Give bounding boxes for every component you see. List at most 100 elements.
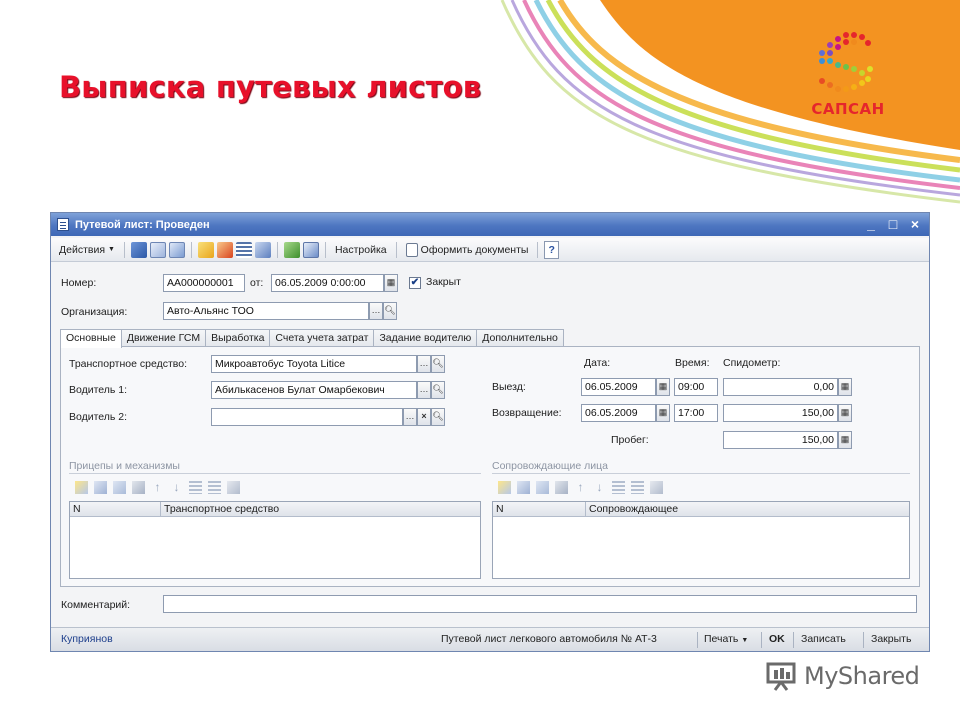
tab-fuel-movement[interactable]: Движение ГСМ xyxy=(120,329,207,347)
driver2-select-button[interactable]: … xyxy=(403,408,417,426)
driver2-open-button[interactable]: 🔍︎ xyxy=(431,408,445,426)
structure-icon[interactable] xyxy=(254,241,271,258)
organization-label: Организация: xyxy=(61,306,128,318)
toolbar-separator xyxy=(123,241,125,258)
escorts-table[interactable]: N Сопровождающее xyxy=(492,501,910,579)
move-down-icon[interactable]: ↓ xyxy=(170,481,183,494)
departure-label: Выезд: xyxy=(492,381,526,393)
maximize-button[interactable]: □ xyxy=(885,215,901,233)
copy-row-icon[interactable] xyxy=(517,481,530,494)
departure-odometer-field[interactable]: 0,00 xyxy=(723,378,838,396)
driver2-clear-button[interactable]: × xyxy=(417,408,431,426)
driver1-select-button[interactable]: … xyxy=(417,381,431,399)
driver1-open-button[interactable]: 🔍︎ xyxy=(431,381,445,399)
tab-panel-main: Транспортное средство: Микроавтобус Toyo… xyxy=(60,346,920,587)
departure-calculator-button[interactable]: ▦ xyxy=(838,378,852,396)
trailers-col-n[interactable]: N xyxy=(70,502,160,517)
print-form-name[interactable]: Путевой лист легкового автомобиля № АТ-3 xyxy=(441,633,657,645)
sort-desc-icon[interactable] xyxy=(208,481,221,494)
tab-cost-accounts[interactable]: Счета учета затрат xyxy=(269,329,375,347)
ok-button[interactable]: OK xyxy=(769,633,785,645)
fill-icon[interactable] xyxy=(227,481,240,494)
driver1-field[interactable]: Абилькасенов Булат Омарбекович xyxy=(211,381,417,399)
help-button[interactable]: ? xyxy=(544,240,559,259)
number-label: Номер: xyxy=(61,277,97,289)
calculator-icon: ▦ xyxy=(840,434,850,444)
make-documents-button[interactable]: Оформить документы xyxy=(403,241,532,259)
driver2-field[interactable] xyxy=(211,408,403,426)
actions-label: Действия xyxy=(59,243,106,256)
tab-output[interactable]: Выработка xyxy=(205,329,271,347)
edit-row-icon[interactable] xyxy=(536,481,549,494)
return-calculator-button[interactable]: ▦ xyxy=(838,404,852,422)
vehicle-field[interactable]: Микроавтобус Toyota Litice xyxy=(211,355,417,373)
print-button[interactable]: Печать ▼ xyxy=(704,633,748,645)
delete-row-icon[interactable] xyxy=(555,481,568,494)
search-icon: 🔍︎ xyxy=(432,358,444,368)
cancel-post-icon[interactable] xyxy=(216,241,233,258)
escorts-col-person[interactable]: Сопровождающее xyxy=(585,502,909,517)
vehicle-select-button[interactable]: … xyxy=(417,355,431,373)
sort-desc-icon[interactable] xyxy=(631,481,644,494)
copy-row-icon[interactable] xyxy=(94,481,107,494)
window-titlebar[interactable]: Путевой лист: Проведен _ □ × xyxy=(51,213,929,236)
date-column-label: Дата: xyxy=(584,357,611,369)
report-icon[interactable] xyxy=(302,241,319,258)
actions-menu-button[interactable]: Действия ▼ xyxy=(56,241,118,259)
add-row-icon[interactable] xyxy=(75,481,88,494)
comment-field[interactable] xyxy=(163,595,917,613)
delete-row-icon[interactable] xyxy=(132,481,145,494)
departure-calendar-button[interactable]: ▦ xyxy=(656,378,670,396)
toolbar: Действия ▼ Настройка Оформить документы ? xyxy=(51,238,929,262)
fill-icon[interactable] xyxy=(650,481,663,494)
add-row-icon[interactable] xyxy=(498,481,511,494)
return-calendar-button[interactable]: ▦ xyxy=(656,404,670,422)
return-date-field[interactable]: 06.05.2009 xyxy=(581,404,656,422)
escorts-col-n[interactable]: N xyxy=(493,502,585,517)
arrow-left-icon[interactable] xyxy=(130,241,147,258)
trailers-table[interactable]: N Транспортное средство xyxy=(69,501,481,579)
organization-field[interactable]: Авто-Альянс ТОО xyxy=(163,302,369,320)
list-icon[interactable] xyxy=(235,241,252,258)
print-label: Печать xyxy=(704,633,739,645)
watermark: MyShared xyxy=(766,656,920,696)
return-time-field[interactable]: 17:00 xyxy=(674,404,718,422)
mileage-calculator-button[interactable]: ▦ xyxy=(838,431,852,449)
toolbar-separator xyxy=(190,241,192,258)
return-odometer-field[interactable]: 150,00 xyxy=(723,404,838,422)
tab-main[interactable]: Основные xyxy=(60,329,122,348)
sort-asc-icon[interactable] xyxy=(612,481,625,494)
edit-row-icon[interactable] xyxy=(113,481,126,494)
number-field[interactable]: АА000000001 xyxy=(163,274,245,292)
tab-additional[interactable]: Дополнительно xyxy=(476,329,564,347)
close-button[interactable]: Закрыть xyxy=(871,633,911,645)
save-button[interactable]: Записать xyxy=(801,633,846,645)
slide: Выписка путевых листов САПСАН MyShared П… xyxy=(0,0,960,720)
closed-checkbox[interactable]: ✔ xyxy=(409,277,421,289)
document-icon xyxy=(57,218,69,231)
sort-asc-icon[interactable] xyxy=(189,481,202,494)
mileage-field[interactable]: 150,00 xyxy=(723,431,838,449)
calendar-button[interactable]: ▦ xyxy=(384,274,398,292)
organization-open-button[interactable]: 🔍︎ xyxy=(383,302,397,320)
waybill-window: Путевой лист: Проведен _ □ × Действия ▼ Н… xyxy=(50,212,930,652)
minimize-button[interactable]: _ xyxy=(863,215,879,233)
move-up-icon[interactable]: ↑ xyxy=(574,481,587,494)
move-up-icon[interactable]: ↑ xyxy=(151,481,164,494)
trailers-divider xyxy=(69,473,481,474)
departure-date-field[interactable]: 06.05.2009 xyxy=(581,378,656,396)
tab-driver-task[interactable]: Задание водителю xyxy=(373,329,478,347)
organization-select-button[interactable]: … xyxy=(369,302,383,320)
tree-icon[interactable] xyxy=(283,241,300,258)
comment-label: Комментарий: xyxy=(61,599,131,611)
date-field[interactable]: 06.05.2009 0:00:00 xyxy=(271,274,384,292)
settings-button[interactable]: Настройка xyxy=(332,241,390,259)
vehicle-open-button[interactable]: 🔍︎ xyxy=(431,355,445,373)
refresh-icon[interactable] xyxy=(168,241,185,258)
add-copy-icon[interactable] xyxy=(149,241,166,258)
departure-time-field[interactable]: 09:00 xyxy=(674,378,718,396)
trailers-col-vehicle[interactable]: Транспортное средство xyxy=(160,502,480,517)
move-down-icon[interactable]: ↓ xyxy=(593,481,606,494)
close-window-button[interactable]: × xyxy=(907,215,923,233)
post-icon[interactable] xyxy=(197,241,214,258)
